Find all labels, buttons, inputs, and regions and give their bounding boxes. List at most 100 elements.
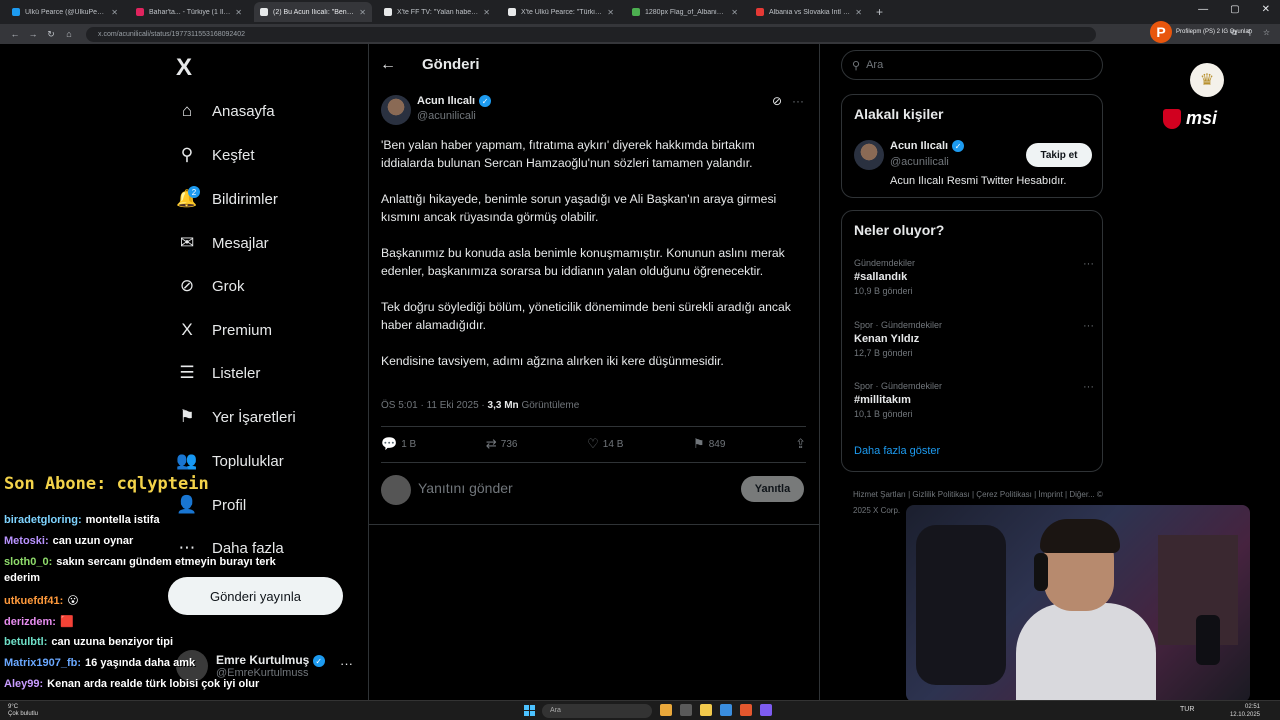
browser-tab[interactable]: Albania vs Slovakia Intl UEL Bafa... ✕: [750, 2, 868, 22]
trend-more-icon[interactable]: ···: [1083, 320, 1094, 332]
chat-message: sloth0_0: sakın sercanı gündem etmeyin bu…: [4, 556, 276, 568]
start-button-icon[interactable]: [524, 705, 535, 716]
chat-username: derizdem:: [4, 616, 56, 628]
file-explorer-icon[interactable]: [700, 704, 712, 716]
sidebar-item-yer-i-şaretleri[interactable]: ⚑ Yer İşaretleri: [176, 402, 295, 432]
clock[interactable]: 02:51 12.10.2025: [1230, 703, 1260, 719]
trend-category: Spor · Gündemdekiler: [854, 320, 943, 330]
sidebar-item-topluluklar[interactable]: 👥 Topluluklar: [176, 446, 283, 476]
tab-favicon-icon: [756, 8, 764, 16]
related-user-handle[interactable]: @acunilicali: [890, 156, 949, 168]
store-icon[interactable]: [720, 704, 732, 716]
browser-tab[interactable]: Bahar'ta... - Türkiye (1 İl) M... ✕: [130, 2, 248, 22]
trend-more-icon[interactable]: ···: [1083, 381, 1094, 393]
tab-close-icon[interactable]: ✕: [855, 8, 862, 17]
sidebar-item-premium[interactable]: X Premium: [176, 315, 272, 345]
show-more-link[interactable]: Daha fazla göster: [854, 445, 940, 457]
trend-post-count: 12,7 B gönderi: [854, 348, 913, 358]
minimize-icon[interactable]: —: [1198, 4, 1208, 15]
follow-button[interactable]: Takip et: [1026, 143, 1092, 167]
verified-icon: ✓: [952, 140, 965, 152]
trend-title: #millitakım: [854, 394, 911, 406]
trend-item[interactable]: Spor · Gündemdekiler Kenan Yıldız 12,7 B g…: [854, 320, 1094, 358]
tab-label: Bahar'ta... - Türkiye (1 İl) M...: [149, 8, 232, 16]
back-icon[interactable]: ←: [6, 29, 24, 39]
browser-tab[interactable]: X'te Ülkü Pearce: "Türkiye'nin D...✕: [502, 2, 620, 22]
reply-input[interactable]: Yanıtını gönder: [418, 480, 513, 496]
tab-label: Albania vs Slovakia Intl UEL Bafa...: [769, 8, 851, 16]
tweet-author-handle[interactable]: @acunilicali: [417, 110, 476, 122]
grok-icon[interactable]: ⊘: [772, 94, 782, 108]
bookmark-icon: ⚑: [693, 436, 705, 451]
sidebar-item-anasayfa[interactable]: ⌂ Anasayfa: [176, 96, 275, 126]
browser-tab[interactable]: X'te FF TV: "Yalan haberi... ✕: [378, 2, 496, 22]
msi-shield-icon: [1163, 108, 1181, 129]
tab-close-icon[interactable]: ✕: [235, 8, 242, 17]
tray-language[interactable]: TUR: [1180, 706, 1194, 713]
reply-action[interactable]: 💬 1 B: [381, 436, 416, 452]
chat-text: can uzun oynar: [52, 535, 134, 547]
tab-close-icon[interactable]: ✕: [607, 8, 614, 17]
maximize-icon[interactable]: ▢: [1230, 4, 1239, 15]
post-button[interactable]: Gönderi yayınla: [168, 577, 343, 615]
x-premium-icon: X: [181, 320, 193, 339]
forward-icon[interactable]: →: [24, 29, 42, 39]
tweet-paragraph: 'Ben yalan haber yapmam, fıtratıma aykır…: [381, 138, 755, 170]
sidebar-item-profil[interactable]: 👤 Profil: [176, 490, 246, 520]
browser-tab[interactable]: (2) Bu Acun Ilıcalı: "Ben yalan...✕: [254, 2, 372, 22]
tab-close-icon[interactable]: ✕: [111, 8, 118, 17]
bookmark-action[interactable]: ⚑ 849: [693, 436, 725, 452]
tab-close-icon[interactable]: ✕: [359, 8, 366, 17]
chat-username: Metoski:: [4, 535, 49, 547]
tab-close-icon[interactable]: ✕: [483, 8, 490, 17]
trend-item[interactable]: Spor · Gündemdekiler #millitakım 10,1 B gö…: [854, 381, 1094, 419]
related-user-name[interactable]: Acun Ilıcalı ✓: [890, 140, 965, 152]
tab-close-icon[interactable]: ✕: [731, 8, 738, 17]
browser-tab[interactable]: Ülkü Pearce (@UlkuPearce) / X ✕: [6, 2, 124, 22]
sidebar-item-mesajlar[interactable]: ✉ Mesajlar: [176, 228, 269, 258]
related-people-panel: Alakalı kişiler Acun Ilıcalı ✓ @acunilica…: [841, 94, 1103, 198]
headset-icon: [1034, 553, 1048, 591]
chat-text: ederim: [4, 572, 41, 584]
sidebar-item-label: Anasayfa: [212, 102, 275, 120]
retweet-icon: ⇄: [485, 436, 497, 451]
trend-more-icon[interactable]: ···: [1083, 258, 1094, 270]
tweet-author-name[interactable]: Acun Ilıcalı ✓: [417, 95, 492, 107]
taskbar-search[interactable]: Ara: [542, 704, 652, 718]
taskview-icon[interactable]: [680, 704, 692, 716]
search-icon: ⚲: [180, 145, 194, 164]
reload-icon[interactable]: ↻: [42, 29, 60, 40]
app-icon[interactable]: [760, 704, 772, 716]
widget-app-icon[interactable]: [660, 704, 672, 716]
tweet-more-icon[interactable]: ···: [792, 94, 804, 108]
hoodie: [1016, 603, 1156, 702]
close-window-icon[interactable]: ✕: [1262, 4, 1270, 15]
account-more-icon[interactable]: ···: [340, 656, 353, 671]
star-icon[interactable]: ☆: [1263, 28, 1270, 38]
browser-tab[interactable]: 1280px Flag_of_Albania.svg.pn... ✕: [626, 2, 744, 22]
sidebar-item-listeler[interactable]: ☰ Listeler: [176, 358, 260, 388]
weather-widget[interactable]: 9°C Çok bulutlu: [8, 704, 38, 718]
sidebar-item-bildirimler[interactable]: 🔔 Bildirimler 2: [176, 184, 278, 214]
retweet-action[interactable]: ⇄ 736: [486, 436, 518, 452]
reply-button[interactable]: Yanıtla: [741, 476, 804, 502]
sidebar-item-keşfet[interactable]: ⚲ Keşfet: [176, 140, 255, 170]
tab-label: X'te Ülkü Pearce: "Türkiye'nin D...: [521, 8, 604, 16]
chat-username: biradetgloring:: [4, 514, 82, 526]
sidebar-item-label: Keşfet: [212, 146, 255, 164]
chrome-icon[interactable]: [740, 704, 752, 716]
new-tab-icon[interactable]: +: [876, 5, 883, 19]
avatar[interactable]: [854, 140, 884, 170]
sidebar-item-grok[interactable]: ⊘ Grok: [176, 271, 245, 301]
like-action[interactable]: ♡ 14 B: [587, 436, 623, 452]
home-nav-icon[interactable]: ⌂: [60, 29, 78, 39]
notification-badge: 2: [188, 186, 200, 198]
share-action[interactable]: ⇪: [795, 436, 806, 452]
x-logo[interactable]: X: [176, 54, 192, 82]
search-input[interactable]: ⚲ Ara: [841, 50, 1103, 80]
back-arrow-icon[interactable]: ←: [380, 56, 396, 74]
url-field[interactable]: x.com/acunilicali/status/197731155316809…: [86, 26, 1096, 42]
tweet-author-avatar[interactable]: [381, 95, 411, 125]
trend-item[interactable]: Gündemdekiler #sallandık 10,9 B gönderi ···: [854, 258, 1094, 296]
browser-profile[interactable]: P Profilepm (PS) 2 IG Oyunlar: [1150, 20, 1251, 44]
